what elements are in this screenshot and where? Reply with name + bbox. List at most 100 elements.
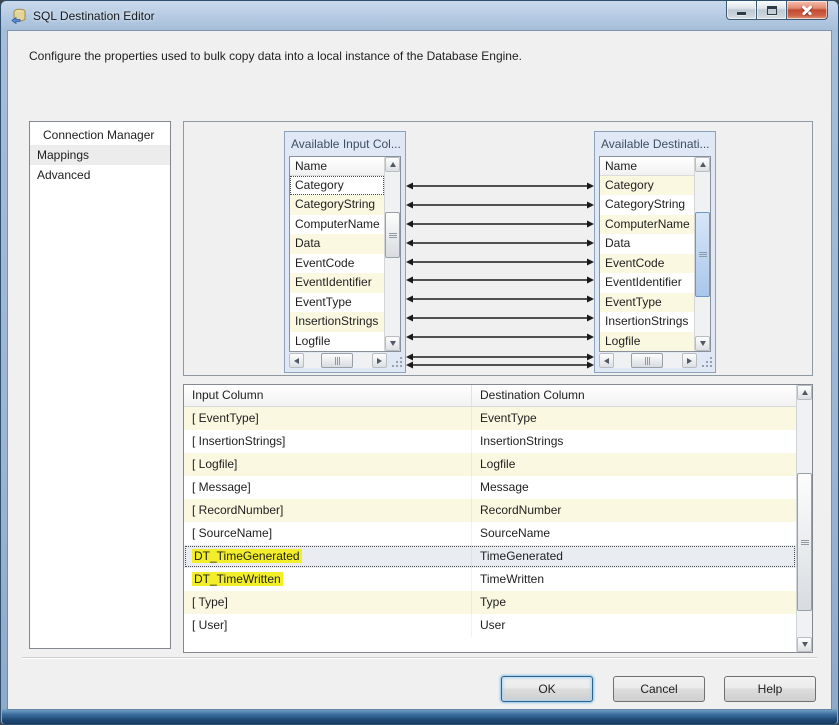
scroll-left-button[interactable] [289,353,304,368]
table-row[interactable]: [ InsertionStrings] InsertionStrings [184,430,796,453]
scroll-track[interactable] [695,172,710,336]
scroll-thumb[interactable] [797,473,812,611]
scroll-right-button[interactable] [372,353,387,368]
destination-name-column-header[interactable]: Name [600,157,694,176]
help-button[interactable]: Help [724,676,816,702]
table-row[interactable]: [ EventType] EventType [184,407,796,430]
scroll-up-button[interactable] [695,157,710,172]
input-column-cell: [ User] [184,614,472,637]
scroll-left-button[interactable] [599,353,614,368]
table-row[interactable]: DT_TimeGenerated TimeGenerated [184,545,796,568]
available-input-columns-box: Available Input Col... Name Category Cate… [284,131,406,373]
column-item-categorystring[interactable]: CategoryString [290,195,384,215]
destination-column-cell: RecordNumber [480,503,562,517]
column-item-eventtype[interactable]: EventType [600,292,694,313]
destination-list-vertical-scrollbar[interactable] [694,157,710,351]
column-item-insertionstrings[interactable]: InsertionStrings [290,312,384,332]
scroll-thumb[interactable] [385,212,400,258]
minimize-button[interactable] [726,1,756,20]
scroll-down-button[interactable] [797,637,812,652]
scroll-up-button[interactable] [385,157,400,172]
thumb-grip-icon [646,356,648,365]
scroll-thumb[interactable] [321,353,353,368]
destination-column-header[interactable]: Destination Column [472,385,796,406]
column-item-data[interactable]: Data [290,234,384,254]
scroll-thumb[interactable] [695,212,710,297]
column-item-insertionstrings[interactable]: InsertionStrings [600,312,694,331]
dialog-content: Configure the properties used to bulk co… [8,31,831,709]
destination-column-cell: InsertionStrings [480,434,564,448]
column-item-eventcode[interactable]: EventCode [600,253,694,274]
scroll-track[interactable] [304,353,372,368]
input-column-cell: DT_TimeWritten [184,568,472,591]
input-column-header[interactable]: Input Column [184,385,472,406]
mapping-connectors[interactable] [406,122,594,375]
input-column-cell: [ RecordNumber] [184,499,472,522]
column-item-categorystring[interactable]: CategoryString [600,195,694,214]
input-column-cell: [ Message] [184,476,472,499]
input-column-cell: DT_TimeGenerated [184,545,472,568]
column-item-category[interactable]: Category [600,176,694,196]
table-row[interactable]: [ Logfile] Logfile [184,453,796,476]
scroll-track[interactable] [385,172,400,336]
table-header: Input Column Destination Column [184,385,796,407]
input-list-vertical-scrollbar[interactable] [384,157,400,351]
destination-column-cell: Type [480,595,507,609]
column-item-computername[interactable]: ComputerName [290,215,384,234]
column-item-category[interactable]: Category [290,176,384,196]
input-column-cell: [ EventType] [184,407,472,430]
column-item-eventidentifier[interactable]: EventIdentifier [290,273,384,293]
scroll-up-button[interactable] [797,385,812,400]
column-item-logfile[interactable]: Logfile [600,331,694,351]
column-item-computername[interactable]: ComputerName [600,214,694,235]
thumb-grip-icon [388,234,397,236]
available-destination-columns-box: Available Destinati... Name Category Cate… [594,131,716,373]
column-item-logfile[interactable]: Logfile [290,332,384,351]
sql-destination-editor-window: SQL Destination Editor Configure the pro… [0,0,839,725]
dialog-description: Configure the properties used to bulk co… [29,49,522,63]
scroll-right-button[interactable] [682,353,697,368]
arrow-right-icon [687,357,692,364]
column-item-eventtype[interactable]: EventType [290,293,384,312]
arrow-up-icon [801,390,808,395]
maximize-button[interactable] [756,1,786,20]
input-column-cell: [ InsertionStrings] [184,430,472,453]
destination-column-cell: User [480,618,506,632]
scroll-thumb[interactable] [631,353,663,368]
column-item-eventcode[interactable]: EventCode [290,254,384,273]
sidebar-item-advanced[interactable]: Advanced [30,165,170,185]
resize-grip-icon[interactable] [391,356,403,368]
destination-columns-list: Name Category CategoryString ComputerName D… [599,156,711,352]
destination-box-title: Available Destinati... [601,137,710,151]
table-row[interactable]: [ Message] Message [184,476,796,499]
table-row[interactable]: [ Type] Type [184,591,796,614]
table-row[interactable]: DT_TimeWritten TimeWritten [184,568,796,591]
table-row[interactable]: [ RecordNumber] RecordNumber [184,499,796,522]
destination-column-cell: Message [480,480,529,494]
scroll-down-button[interactable] [695,336,710,351]
input-list-horizontal-scrollbar[interactable] [289,353,387,368]
maximize-icon [766,5,777,15]
close-button[interactable] [786,1,828,20]
input-column-cell: [ Type] [184,591,472,614]
ok-button[interactable]: OK [501,676,593,702]
scroll-track[interactable] [614,353,682,368]
destination-column-cell: TimeGenerated [480,549,563,563]
column-item-eventidentifier[interactable]: EventIdentifier [600,273,694,292]
table-row[interactable]: [ User] User [184,614,796,637]
destination-list-horizontal-scrollbar[interactable] [599,353,697,368]
input-name-column-header[interactable]: Name [290,157,384,176]
sidebar-item-mappings[interactable]: Mappings [30,145,170,165]
scroll-track[interactable] [797,400,812,637]
arrow-up-icon [699,162,706,167]
close-icon [801,4,813,16]
footer-divider [22,657,817,659]
sidebar-item-connection-manager[interactable]: Connection Manager [30,125,170,145]
cancel-button[interactable]: Cancel [613,676,705,702]
scroll-down-button[interactable] [385,336,400,351]
table-row[interactable]: [ SourceName] SourceName [184,522,796,545]
arrow-up-icon [389,162,396,167]
resize-grip-icon[interactable] [701,356,713,368]
column-item-data[interactable]: Data [600,234,694,253]
table-vertical-scrollbar[interactable] [796,385,812,652]
